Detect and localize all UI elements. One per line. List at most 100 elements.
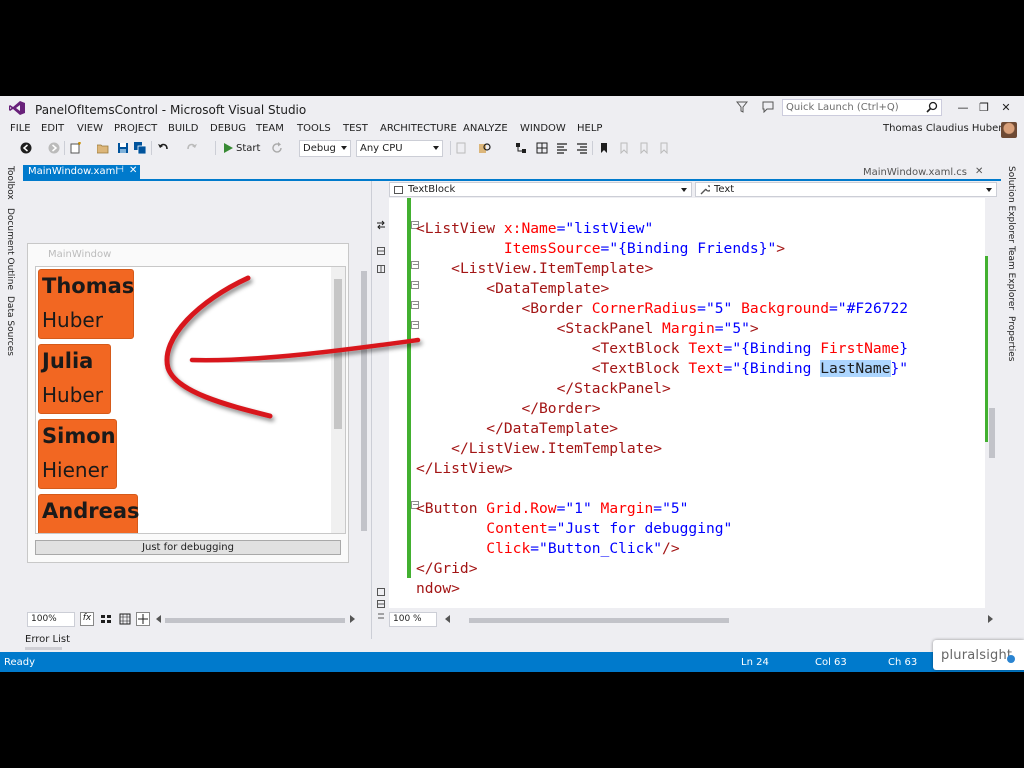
tab-data-sources[interactable]: Data Sources	[5, 296, 15, 356]
grid-view-icon[interactable]	[100, 613, 112, 625]
tab-mainwindow-xaml-cs[interactable]: MainWindow.xaml.cs	[863, 167, 967, 178]
code-line[interactable]: ndow>	[416, 579, 985, 599]
code-line[interactable]: </StackPanel>	[416, 379, 985, 399]
layout-icon[interactable]	[515, 142, 527, 154]
scroll-left-icon[interactable]	[445, 615, 451, 623]
code-line[interactable]: <TextBlock Text="{Binding LastName}"	[416, 359, 985, 379]
code-line[interactable]: <Button Grid.Row="1" Margin="5"	[416, 499, 985, 519]
start-button[interactable]: Start	[236, 143, 260, 154]
code-line[interactable]: <DataTemplate>	[416, 279, 985, 299]
scroll-thumb[interactable]	[989, 408, 995, 458]
code-line[interactable]	[416, 479, 985, 499]
open-folder-icon[interactable]	[97, 142, 109, 154]
menu-team[interactable]: TEAM	[256, 123, 284, 134]
user-name[interactable]: Thomas Claudius Huber	[883, 123, 1002, 134]
menu-test[interactable]: TEST	[343, 123, 368, 134]
code-line[interactable]: <ListView.ItemTemplate>	[416, 259, 985, 279]
redo-icon[interactable]	[186, 142, 198, 154]
scroll-thumb[interactable]	[334, 279, 342, 429]
save-all-icon[interactable]	[134, 142, 146, 154]
scroll-right-icon[interactable]	[987, 615, 993, 623]
menu-tools[interactable]: TOOLS	[297, 123, 331, 134]
scroll-right-icon[interactable]	[349, 615, 355, 623]
editor-zoom-select[interactable]: 100 %	[389, 612, 437, 627]
close-icon[interactable]: ✕	[129, 165, 137, 176]
code-line[interactable]: </DataTemplate>	[416, 419, 985, 439]
menu-help[interactable]: HELP	[577, 123, 602, 134]
code-line[interactable]: Content="Just for debugging"	[416, 519, 985, 539]
refresh-icon[interactable]	[271, 142, 283, 154]
scroll-left-icon[interactable]	[156, 615, 162, 623]
code-line[interactable]: <ListView x:Name="listView"	[416, 219, 985, 239]
code-line[interactable]: </Grid>	[416, 559, 985, 579]
list-item[interactable]: Thomas Huber	[38, 269, 134, 339]
forward-arrow-icon[interactable]	[48, 142, 60, 154]
vertical-split-icon[interactable]	[377, 265, 385, 273]
pin-icon[interactable]: ⊣	[116, 165, 124, 175]
collapse-pane-icon[interactable]	[377, 600, 385, 608]
user-avatar[interactable]	[1001, 122, 1017, 138]
editor-scrollbar[interactable]	[985, 198, 997, 608]
tab-mainwindow-xaml[interactable]: MainWindow.xaml ⊣ ✕	[23, 165, 140, 179]
list-item[interactable]: Andreas	[38, 494, 140, 533]
code-line[interactable]: </ListView>	[416, 459, 985, 479]
snap-lines-icon[interactable]	[136, 612, 150, 626]
horizontal-split-icon[interactable]	[377, 247, 385, 255]
attach-icon[interactable]	[455, 142, 467, 154]
menu-file[interactable]: FILE	[10, 123, 31, 134]
tab-document-outline[interactable]: Document Outline	[5, 208, 15, 290]
code-line[interactable]: Click="Button_Click"/>	[416, 539, 985, 559]
swap-panes-icon[interactable]	[376, 220, 386, 230]
close-window-button[interactable]: ✕	[997, 99, 1015, 117]
find-in-files-icon[interactable]	[479, 142, 491, 154]
align-right-icon[interactable]	[576, 142, 588, 154]
just-for-debugging-button[interactable]: Just for debugging	[35, 540, 341, 555]
code-line[interactable]: </Border>	[416, 399, 985, 419]
close-icon[interactable]: ✕	[975, 166, 983, 177]
grid-icon[interactable]	[536, 142, 548, 154]
configuration-select[interactable]: Debug	[299, 140, 351, 157]
expand-pane-icon[interactable]	[377, 588, 385, 596]
bookmark-icon[interactable]	[598, 142, 610, 154]
feedback-icon[interactable]	[762, 101, 774, 113]
element-navigation-select[interactable]: TextBlock	[389, 182, 692, 197]
back-arrow-icon[interactable]	[20, 142, 32, 154]
menu-project[interactable]: PROJECT	[114, 123, 157, 134]
tab-solution-explorer[interactable]: Solution Explorer	[1006, 166, 1016, 243]
prev-bookmark-icon[interactable]	[618, 142, 630, 154]
menu-window[interactable]: WINDOW	[520, 123, 566, 134]
save-icon[interactable]	[117, 142, 129, 154]
designer-hscroll-thumb[interactable]	[165, 618, 345, 623]
new-project-icon[interactable]	[70, 142, 82, 154]
tab-toolbox[interactable]: Toolbox	[5, 166, 15, 200]
menu-debug[interactable]: DEBUG	[210, 123, 246, 134]
platform-select[interactable]: Any CPU	[356, 140, 443, 157]
code-line[interactable]: <StackPanel Margin="5">	[416, 319, 985, 339]
list-item[interactable]: Simon Hiener	[38, 419, 117, 489]
restore-button[interactable]: ❐	[975, 99, 993, 117]
menu-view[interactable]: VIEW	[77, 123, 103, 134]
code-line[interactable]: <TextBlock Text="{Binding FirstName}	[416, 339, 985, 359]
member-navigation-select[interactable]: Text	[695, 182, 997, 197]
code-line[interactable]: <Border CornerRadius="5" Background="#F2…	[416, 299, 985, 319]
start-debugging-icon[interactable]	[222, 142, 234, 154]
fx-button[interactable]: fx	[80, 612, 94, 626]
code-line[interactable]: </ListView.ItemTemplate>	[416, 439, 985, 459]
menu-edit[interactable]: EDIT	[41, 123, 64, 134]
tab-team-explorer[interactable]: Team Explorer	[1006, 246, 1016, 310]
editor-hscroll-thumb[interactable]	[469, 618, 729, 623]
designer-scrollbar[interactable]	[358, 181, 370, 608]
menu-build[interactable]: BUILD	[168, 123, 198, 134]
undo-icon[interactable]	[157, 142, 169, 154]
list-scrollbar[interactable]	[331, 267, 345, 533]
code-line[interactable]: ItemsSource="{Binding Friends}">	[416, 239, 985, 259]
tab-properties[interactable]: Properties	[1006, 316, 1016, 361]
align-left-icon[interactable]	[556, 142, 568, 154]
snap-grid-icon[interactable]	[119, 613, 131, 625]
swap-icon[interactable]	[377, 612, 385, 620]
search-icon[interactable]	[926, 101, 938, 113]
tab-error-list[interactable]: Error List	[25, 634, 70, 645]
xaml-code-editor[interactable]: − − − − − − <ListView x:Name="listView" …	[389, 198, 985, 608]
next-bookmark-icon[interactable]	[638, 142, 650, 154]
quick-launch-input[interactable]: Quick Launch (Ctrl+Q)	[782, 99, 942, 116]
